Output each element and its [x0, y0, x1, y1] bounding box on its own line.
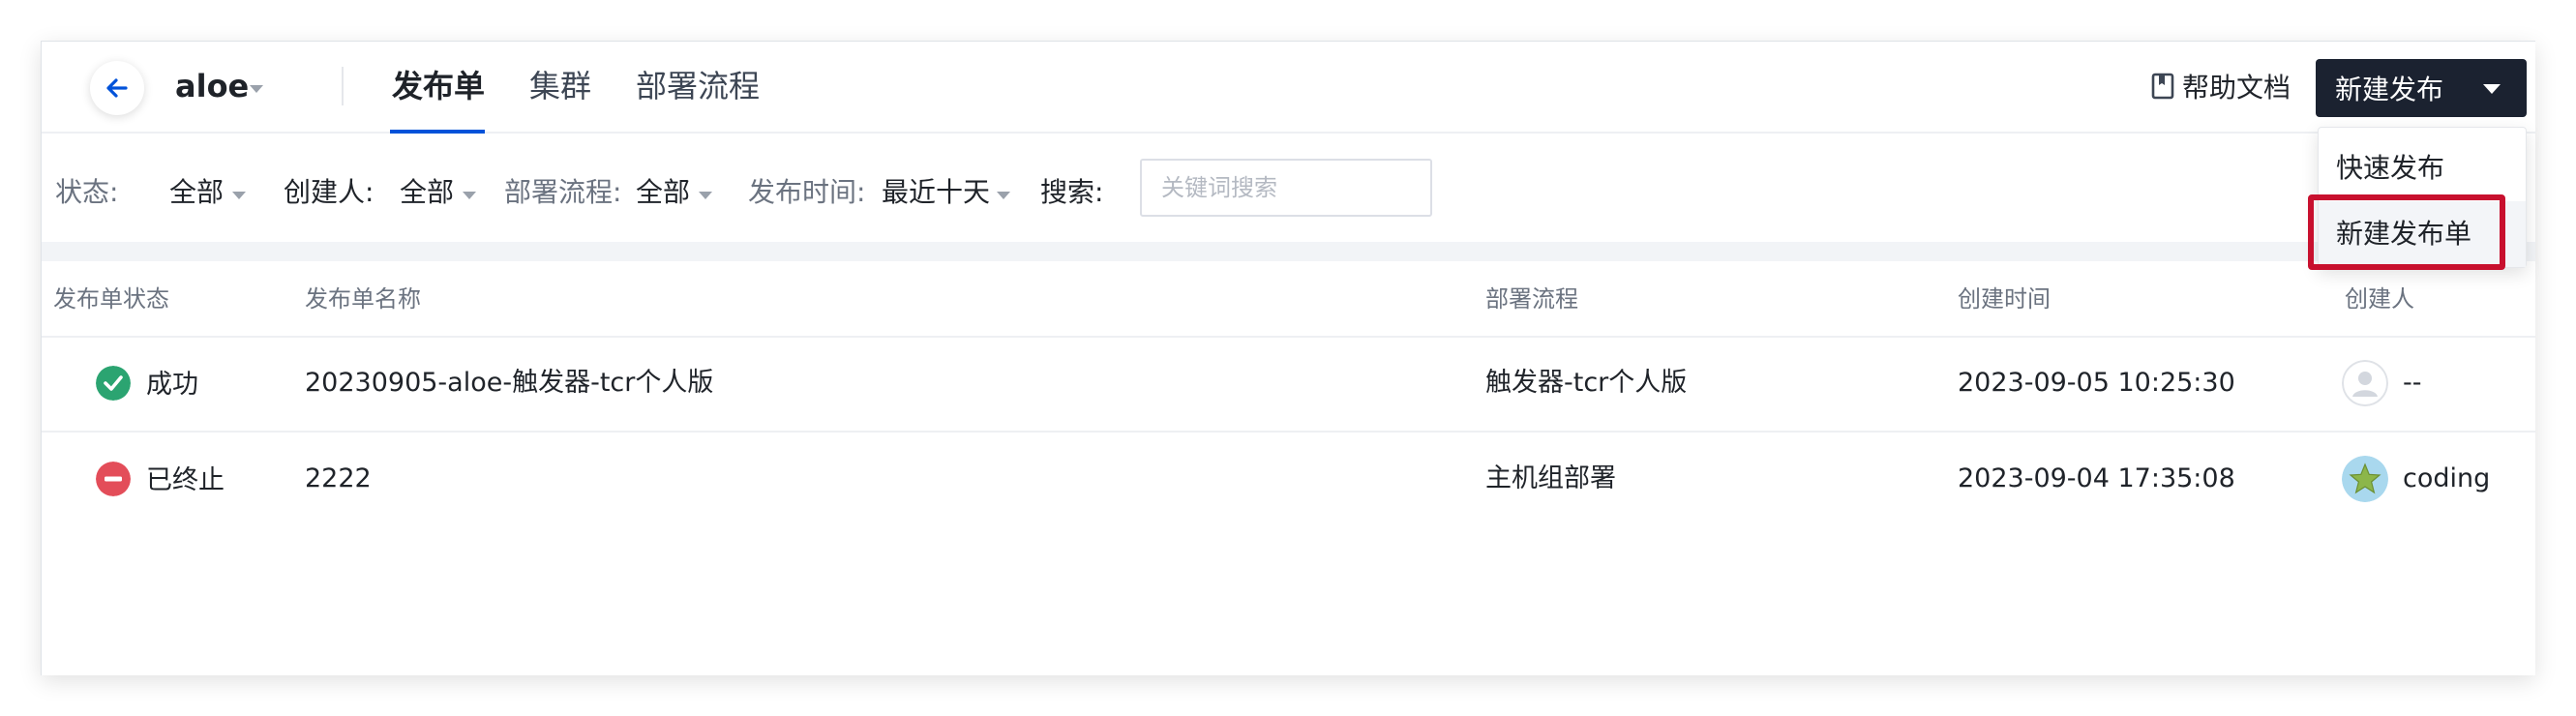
row-status-text: 成功 [146, 370, 198, 400]
menu-item-quick-release[interactable]: 快速发布 [2319, 135, 2526, 201]
column-header-name: 发布单名称 [305, 285, 421, 313]
tab-releases[interactable]: 发布单 [392, 65, 485, 107]
tab-clusters[interactable]: 集群 [529, 65, 591, 107]
chevron-down-icon[interactable] [231, 191, 247, 200]
column-header-creator: 创建人 [2345, 285, 2414, 313]
new-release-label: 新建发布 [2335, 74, 2444, 105]
row-deploy-flow: 触发器-tcr个人版 [1485, 368, 1688, 398]
creator-filter-label: 创建人: [284, 176, 374, 208]
chevron-down-icon[interactable] [996, 191, 1011, 200]
tab-deploy-flows[interactable]: 部署流程 [636, 65, 760, 107]
chevron-down-icon[interactable] [698, 191, 713, 200]
search-label: 搜索: [1040, 176, 1104, 208]
star-avatar-icon [2342, 456, 2388, 502]
active-tab-indicator [390, 130, 485, 134]
column-header-status: 发布单状态 [53, 285, 169, 313]
row-deploy-flow: 主机组部署 [1485, 463, 1616, 493]
new-release-button[interactable]: 新建发布 [2316, 59, 2527, 117]
new-release-dropdown: 快速发布 新建发布单 [2318, 127, 2527, 268]
column-header-flow: 部署流程 [1485, 285, 1578, 313]
section-divider [42, 242, 2535, 261]
time-filter-label: 发布时间: [748, 176, 866, 208]
status-filter-label: 状态: [55, 176, 119, 208]
flow-filter-select[interactable]: 全部 [636, 173, 690, 212]
time-filter-select[interactable]: 最近十天 [882, 173, 990, 212]
header-divider [342, 67, 344, 105]
column-header-created-time: 创建时间 [1958, 285, 2051, 313]
help-docs-link[interactable]: 帮助文档 [2151, 65, 2291, 107]
menu-item-new-release-order[interactable]: 新建发布单 [2319, 201, 2526, 267]
stop-circle-icon [96, 462, 131, 496]
search-input[interactable] [1140, 159, 1432, 217]
page-header: aloe 发布单 集群 部署流程 帮助文档 新建发布 [42, 42, 2535, 134]
row-created-time: 2023-09-05 10:25:30 [1958, 368, 2235, 398]
release-page: aloe 发布单 集群 部署流程 帮助文档 新建发布 状态: 全部 创建人: 全… [41, 41, 2535, 675]
flow-filter-label: 部署流程: [504, 176, 622, 208]
status-filter-select[interactable]: 全部 [169, 173, 224, 212]
row-status-text: 已终止 [146, 465, 225, 495]
row-release-name[interactable]: 20230905-aloe-触发器-tcr个人版 [305, 364, 713, 403]
check-circle-icon [96, 366, 131, 401]
help-docs-label: 帮助文档 [2182, 72, 2291, 104]
default-avatar-icon [2342, 360, 2388, 406]
row-release-name[interactable]: 2222 [305, 460, 372, 498]
row-divider [42, 431, 2535, 433]
back-button[interactable] [90, 61, 144, 115]
header-row-divider [42, 336, 2535, 338]
chevron-down-icon[interactable] [462, 191, 477, 200]
project-name[interactable]: aloe [175, 65, 249, 107]
row-created-time: 2023-09-04 17:35:08 [1958, 463, 2235, 493]
row-creator: coding [2403, 463, 2491, 493]
chevron-down-icon[interactable] [249, 84, 264, 94]
creator-filter-select[interactable]: 全部 [400, 173, 454, 212]
caret-down-icon[interactable] [2482, 83, 2501, 95]
row-creator: -- [2403, 368, 2422, 398]
book-icon [2151, 73, 2174, 100]
arrow-left-icon [106, 78, 128, 98]
